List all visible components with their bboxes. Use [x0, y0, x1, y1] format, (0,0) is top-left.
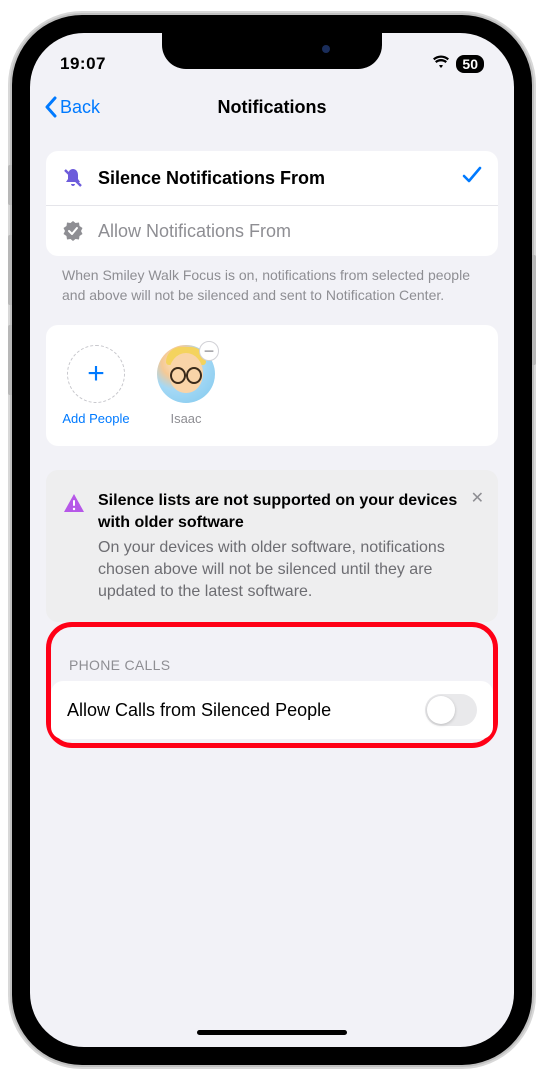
add-people-label: Add People — [62, 411, 129, 426]
people-card: + Add People − Isaac — [46, 325, 498, 446]
warning-title: Silence lists are not supported on your … — [98, 490, 482, 533]
mute-switch — [8, 165, 12, 205]
screen: 19:07 50 Back Notifications — [30, 33, 514, 1047]
silence-notifications-option[interactable]: Silence Notifications From — [46, 151, 498, 205]
allow-calls-toggle[interactable] — [425, 694, 477, 726]
volume-down-button — [8, 325, 12, 395]
allow-label: Allow Notifications From — [98, 221, 482, 242]
power-button — [532, 255, 536, 365]
remove-person-button[interactable]: − — [199, 341, 219, 361]
back-label: Back — [60, 97, 100, 118]
person-name: Isaac — [170, 411, 201, 426]
bell-slash-icon — [62, 167, 84, 189]
phone-calls-header: Phone Calls — [51, 627, 493, 681]
back-button[interactable]: Back — [44, 96, 100, 118]
silence-label: Silence Notifications From — [98, 168, 448, 189]
phone-frame: 19:07 50 Back Notifications — [12, 15, 532, 1065]
status-time: 19:07 — [60, 54, 106, 74]
warning-icon — [62, 492, 86, 602]
allow-calls-label: Allow Calls from Silenced People — [67, 700, 331, 721]
home-indicator[interactable] — [197, 1030, 347, 1035]
chevron-left-icon — [44, 96, 58, 118]
nav-bar: Back Notifications — [30, 83, 514, 131]
checkmark-icon — [462, 165, 482, 191]
allow-notifications-option[interactable]: Allow Notifications From — [46, 205, 498, 256]
page-title: Notifications — [30, 97, 514, 118]
add-circle: + — [67, 345, 125, 403]
warning-card: Silence lists are not supported on your … — [46, 470, 498, 622]
status-right: 50 — [432, 55, 484, 74]
close-icon[interactable]: ✕ — [471, 488, 484, 508]
toggle-knob — [427, 696, 455, 724]
add-people-button[interactable]: + Add People — [64, 345, 128, 426]
wifi-icon — [432, 55, 450, 74]
highlighted-section: Phone Calls Allow Calls from Silenced Pe… — [46, 622, 498, 748]
volume-up-button — [8, 235, 12, 305]
person-item[interactable]: − Isaac — [154, 345, 218, 426]
notification-mode-group: Silence Notifications From Allow Notific… — [46, 151, 498, 256]
notch — [162, 33, 382, 69]
content-area: Silence Notifications From Allow Notific… — [30, 131, 514, 768]
avatar-wrap: − — [157, 345, 215, 403]
mode-footer-text: When Smiley Walk Focus is on, notificati… — [46, 256, 498, 325]
allow-calls-row[interactable]: Allow Calls from Silenced People — [51, 681, 493, 739]
warning-body: Silence lists are not supported on your … — [98, 490, 482, 602]
plus-icon: + — [87, 357, 105, 391]
battery-level: 50 — [456, 55, 484, 73]
badge-check-icon — [62, 220, 84, 242]
warning-text: On your devices with older software, not… — [98, 537, 482, 602]
